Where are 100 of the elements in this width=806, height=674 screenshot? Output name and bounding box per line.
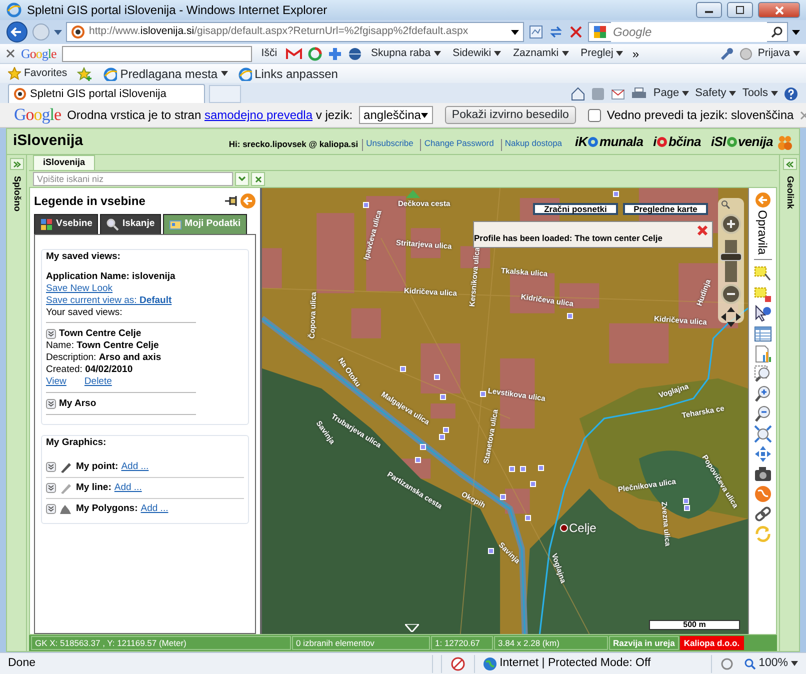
help-icon[interactable] bbox=[784, 86, 798, 100]
expand-chevron-icon[interactable] bbox=[46, 482, 56, 492]
add-link[interactable]: Add ... bbox=[140, 502, 168, 514]
address-field[interactable]: http://www.islovenija.si/gisapp/default.aspx?ReturnUrl=%2fgisapp%2fdefault.aspx bbox=[66, 22, 524, 42]
pan-arrow-icon[interactable] bbox=[405, 624, 419, 632]
toolbar-menu[interactable]: Preglej bbox=[578, 46, 626, 62]
clear-selection-icon[interactable] bbox=[754, 284, 772, 303]
view-action-link[interactable]: View bbox=[46, 376, 66, 388]
refresh-icon[interactable] bbox=[548, 24, 564, 40]
point-marker[interactable] bbox=[480, 391, 486, 397]
point-marker[interactable] bbox=[440, 394, 446, 400]
point-marker[interactable] bbox=[420, 444, 426, 450]
language-select[interactable]: angleščina bbox=[358, 106, 433, 124]
web-search-box[interactable]: Google bbox=[588, 22, 788, 42]
brand-logo[interactable]: i bčina bbox=[653, 132, 701, 152]
print-icon[interactable] bbox=[631, 86, 648, 100]
toolbar-menu[interactable]: Zaznamki bbox=[510, 46, 572, 62]
expand-chevron-icon[interactable] bbox=[46, 398, 56, 409]
brand-logo[interactable]: iSl venija bbox=[710, 132, 773, 152]
save-current-link[interactable]: Save current view as: Default bbox=[46, 294, 172, 306]
point-marker[interactable] bbox=[439, 434, 445, 440]
compatibility-icon[interactable] bbox=[528, 24, 544, 40]
close-icon[interactable] bbox=[800, 110, 806, 120]
clear-button[interactable] bbox=[251, 172, 265, 186]
favorites-link[interactable]: Links anpassen bbox=[238, 64, 338, 82]
wrench-icon[interactable] bbox=[720, 46, 734, 60]
close-button[interactable] bbox=[758, 2, 800, 18]
dropdown-button[interactable] bbox=[235, 172, 249, 186]
toolbar-search-field[interactable] bbox=[62, 46, 252, 62]
point-marker[interactable] bbox=[525, 515, 531, 521]
point-marker[interactable] bbox=[613, 191, 619, 197]
pan-control-icon[interactable] bbox=[720, 306, 742, 328]
point-marker[interactable] bbox=[530, 481, 536, 487]
point-marker[interactable] bbox=[509, 466, 515, 472]
side-panel-label[interactable]: Geolink bbox=[782, 176, 796, 210]
full-extent-icon[interactable] bbox=[754, 424, 772, 443]
point-marker[interactable] bbox=[684, 505, 690, 511]
header-link[interactable]: Unsubscribe bbox=[362, 139, 416, 151]
zoom-out-icon[interactable] bbox=[754, 404, 772, 423]
command-menu[interactable]: Safety bbox=[695, 85, 736, 102]
expand-chevron-icon[interactable] bbox=[46, 462, 56, 472]
translate-link[interactable]: samodejno prevedla bbox=[204, 108, 313, 122]
camera-icon[interactable] bbox=[754, 464, 772, 483]
favorites-link[interactable]: Predlagana mesta bbox=[103, 64, 228, 82]
point-marker[interactable] bbox=[538, 465, 544, 471]
save-new-link[interactable]: Save New Look bbox=[46, 282, 113, 294]
dropdown-arrow-icon[interactable] bbox=[511, 28, 519, 36]
link-icon[interactable] bbox=[754, 504, 772, 523]
command-menu[interactable]: Page bbox=[653, 85, 690, 102]
point-marker[interactable] bbox=[443, 427, 449, 433]
pan-icon[interactable] bbox=[754, 444, 772, 463]
add-link[interactable]: Add ... bbox=[121, 460, 149, 472]
always-translate-checkbox[interactable] bbox=[588, 108, 601, 122]
header-link[interactable]: Nakup dostopa bbox=[500, 139, 566, 151]
dropdown-arrow-icon[interactable] bbox=[792, 28, 800, 36]
stop-icon[interactable] bbox=[568, 24, 584, 40]
brand-logo[interactable]: iK munala bbox=[575, 132, 644, 152]
toolbar-menu[interactable]: Sidewiki bbox=[450, 46, 504, 62]
tools-panel-title[interactable]: Opravila bbox=[754, 210, 772, 260]
search-field[interactable]: Vpišite iskani niz bbox=[33, 172, 233, 186]
mail-icon[interactable] bbox=[611, 88, 626, 100]
point-marker[interactable] bbox=[434, 374, 440, 380]
zoom-in-button[interactable] bbox=[721, 214, 741, 234]
pin-icon[interactable] bbox=[224, 195, 240, 207]
point-marker[interactable] bbox=[488, 548, 494, 554]
expand-button[interactable] bbox=[10, 158, 24, 170]
mail-icon[interactable] bbox=[286, 48, 302, 60]
plus-icon[interactable] bbox=[328, 46, 342, 60]
more-chevron[interactable]: » bbox=[632, 44, 639, 62]
header-link[interactable]: Change Password bbox=[420, 139, 497, 151]
favorites-button[interactable]: Favorites bbox=[8, 66, 68, 82]
add-favorite-icon[interactable] bbox=[77, 66, 94, 80]
table-icon[interactable] bbox=[754, 324, 772, 343]
panel-tab[interactable]: Vsebine bbox=[34, 214, 98, 234]
zoom-level-button[interactable]: 100% bbox=[744, 654, 798, 672]
point-marker[interactable] bbox=[500, 494, 506, 500]
command-menu[interactable]: Tools bbox=[742, 85, 778, 102]
zoom-box-icon[interactable] bbox=[754, 364, 772, 383]
expand-button[interactable] bbox=[782, 158, 796, 170]
zoom-out-button[interactable] bbox=[721, 284, 741, 304]
panel-tab[interactable]: Iskanje bbox=[100, 214, 161, 234]
info-cursor-icon[interactable] bbox=[754, 304, 772, 323]
home-icon[interactable] bbox=[571, 86, 586, 100]
saved-view-title[interactable]: Town Centre Celje bbox=[59, 328, 142, 340]
close-icon[interactable] bbox=[6, 49, 15, 58]
zoom-slider-thumb[interactable] bbox=[720, 252, 742, 261]
search-icon[interactable] bbox=[771, 26, 783, 38]
saved-view-title[interactable]: My Arso bbox=[59, 398, 96, 410]
side-panel-label[interactable]: Splošno bbox=[10, 176, 24, 212]
expand-chevron-icon[interactable] bbox=[46, 504, 56, 514]
show-original-button[interactable]: Pokaži izvirno besedilo bbox=[444, 106, 576, 124]
company-label[interactable]: Kaliopa d.o.o. bbox=[680, 636, 744, 650]
sign-in-button[interactable]: Prijava bbox=[758, 46, 800, 62]
spiral-icon[interactable] bbox=[308, 46, 322, 60]
app-tab[interactable]: iSlovenija bbox=[33, 155, 96, 170]
point-marker[interactable] bbox=[520, 466, 526, 472]
back-icon[interactable] bbox=[6, 21, 28, 43]
close-icon[interactable] bbox=[697, 225, 708, 236]
globe-icon[interactable] bbox=[348, 46, 362, 60]
chart-document-icon[interactable] bbox=[754, 344, 772, 363]
